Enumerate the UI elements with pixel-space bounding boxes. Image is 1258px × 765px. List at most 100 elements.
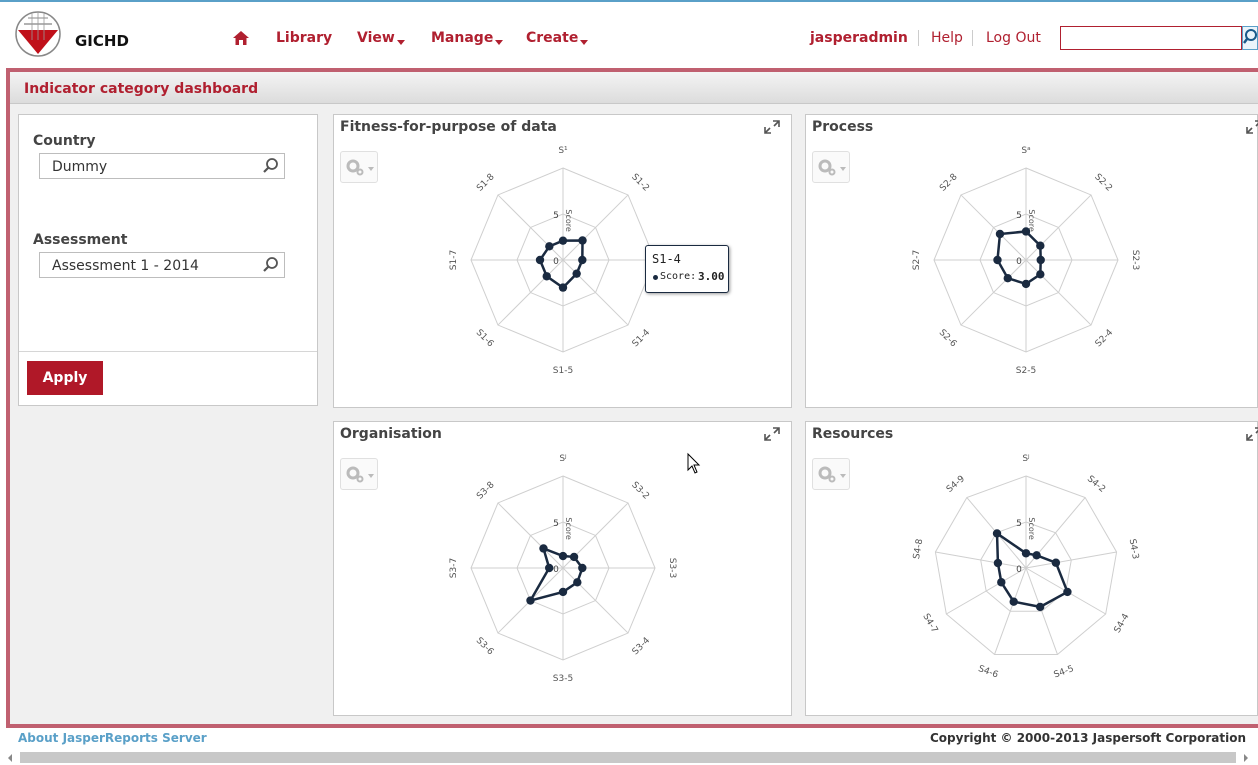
axis-label: S¹ [558,146,568,156]
data-point [545,563,554,573]
axis-label: S3-6 [474,636,496,658]
separator [918,30,919,46]
data-point [1035,602,1045,612]
axis-label: S1-5 [553,366,573,376]
axis-label: S4-2 [1085,474,1107,495]
chart-panel-organisation: Organisation Sʲ S3-2 S3-3 S3-4 S3-5 S3-6 S3-7 S… [333,421,792,716]
axis-label: S3-4 [631,636,653,658]
ring-label: 0 [553,257,559,267]
data-point [1063,587,1072,597]
search-button[interactable] [1242,26,1258,50]
filter-panel: Country Dummy Assessment Assessment 1 - … [18,114,318,406]
country-value: Dummy [52,159,108,175]
separator [972,30,973,46]
axis-label: S4-3 [1127,538,1140,560]
about-link[interactable]: About JasperReports Server [18,731,207,745]
apply-button[interactable]: Apply [27,361,103,395]
axis-label: S4-4 [1113,612,1132,635]
grid-spoke [497,502,564,569]
axis-label: S3-8 [475,480,497,502]
scale-label: Score [1027,517,1036,539]
radar-chart: SᵃS2-2S2-3S2-4S2-5S2-6S2-7S2-850Score [912,146,1140,376]
data-point [573,578,582,587]
chevron-down-icon [495,40,504,45]
data-point [558,283,568,292]
nav-create[interactable]: Create [526,30,589,46]
divider [19,351,317,352]
chevron-down-icon [396,40,405,45]
assessment-field[interactable]: Assessment 1 - 2014 [39,252,285,278]
axis-label: S4-7 [920,612,939,635]
chart-panel-process: Process Sᵃ S2-2 S2-3 S2-4 S2-5 S2-6 S2-7 S2-8 5 0… [805,114,1258,408]
data-point [558,551,568,561]
scroll-left-icon[interactable] [6,753,14,763]
tooltip-value: 3.00 [698,270,725,283]
grid-spoke [1025,259,1092,326]
scroll-right-icon[interactable] [1242,753,1250,763]
user-name[interactable]: jasperadmin [810,30,908,46]
ring-label: 0 [1016,257,1022,267]
data-point [558,236,568,245]
ring-label: 5 [1016,519,1022,529]
dashboard-title-bar: Indicator category dashboard [10,72,1258,104]
nav-create-label: Create [526,30,579,46]
copyright-text: Copyright © 2000-2013 Jaspersoft Corpora… [929,731,1246,745]
axis-label: S2-3 [1130,250,1140,270]
data-point [1021,549,1031,558]
ring-label: 0 [553,565,559,575]
gichd-logo[interactable] [14,10,62,58]
data-point [1051,558,1061,567]
axis-label: S2-2 [1092,172,1114,194]
nav-view[interactable]: View [357,30,405,46]
data-point [526,596,535,605]
axis-label: S4-9 [945,474,967,495]
data-point [993,255,1002,265]
grid-spoke [562,567,629,634]
horizontal-scrollbar[interactable] [0,750,1258,765]
chart-panel-fitness: Fitness-for-purpose of data S¹S1-2S1-3S1… [333,114,792,408]
scale-label: Score [564,209,573,231]
grid-spoke [562,259,629,326]
data-point [993,558,1003,568]
assessment-label: Assessment [33,232,128,248]
data-point [569,552,579,562]
data-point [1021,279,1031,289]
top-navigation-bar: GICHD Library View Manage Create jaspera… [0,0,1258,68]
search-icon[interactable] [262,256,280,274]
ring-label: 0 [1016,565,1022,575]
axis-label: Sᵃ [1021,146,1030,156]
axis-label: S4-6 [977,664,1000,680]
axis-label: S1-6 [474,328,496,350]
data-point [535,255,545,265]
country-field[interactable]: Dummy [39,153,285,179]
axis-label: S1-4 [631,328,653,350]
help-link[interactable]: Help [931,30,963,46]
grid-spoke [935,551,1027,569]
search-input[interactable] [1060,26,1242,50]
radar-chart: Sʲ S4-2 S4-3 S4-4 S4-5 S4-6 S4-7 S4-8 S4-9 5 0 Scor… [912,454,1140,681]
axis-label: S1-2 [629,172,651,194]
scrollbar-thumb[interactable] [20,752,1236,763]
data-point [578,236,587,245]
search-icon[interactable] [262,157,280,175]
logout-link[interactable]: Log Out [986,30,1041,46]
nav-library[interactable]: Library [276,30,332,46]
tooltip-dot [653,275,658,280]
logo-text: GICHD [75,32,129,50]
page-title: Indicator category dashboard [24,81,259,97]
nav-manage[interactable]: Manage [431,30,504,46]
axis-label: S2-8 [938,172,960,194]
data-point [542,272,551,281]
data-point [992,529,1002,538]
axis-label: S2-4 [1094,328,1116,350]
grid-spoke [946,567,1027,615]
grid-spoke [497,194,564,261]
data-point [997,578,1006,587]
home-icon[interactable] [232,30,250,46]
chart-panel-resources: Resources Sʲ S4-2 S4-3 S4-4 S4-5 S4-6 S4-7 S4-8… [805,421,1258,716]
axis-label: Sʲ [1022,454,1030,464]
chevron-down-icon [580,40,589,45]
assessment-value: Assessment 1 - 2014 [52,258,199,274]
grid-spoke [960,259,1027,326]
data-point [1036,270,1045,279]
